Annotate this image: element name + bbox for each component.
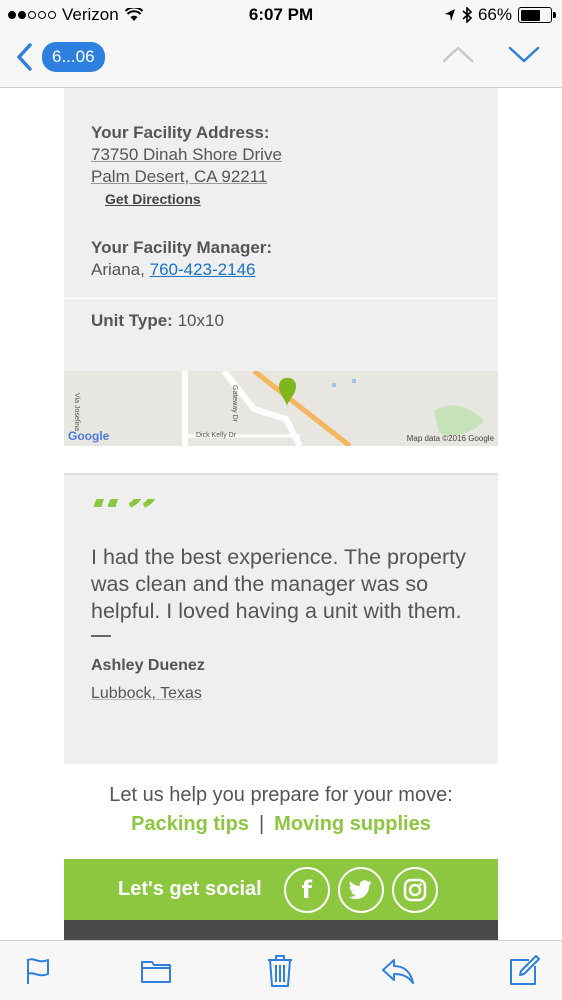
- get-directions-link[interactable]: Get Directions: [105, 188, 471, 210]
- battery-percent: 66%: [477, 5, 512, 24]
- testimonial-author: Ashley Duenez: [91, 657, 205, 674]
- unit-label: Unit Type:: [91, 311, 173, 330]
- address-line1[interactable]: 73750 Dinah Shore Drive: [91, 144, 471, 166]
- facility-info: Your Facility Address: 73750 Dinah Shore…: [64, 88, 498, 298]
- reply-button[interactable]: [380, 953, 416, 989]
- testimonial-text: I had the best experience. The property …: [91, 545, 466, 623]
- address-line2[interactable]: Palm Desert, CA 92211: [91, 166, 471, 188]
- battery-icon: [518, 7, 556, 23]
- compose-button[interactable]: [506, 953, 542, 989]
- moving-supplies-link[interactable]: Moving supplies: [274, 813, 431, 835]
- compose-icon: [510, 955, 540, 985]
- social-title: Let's get social: [118, 878, 262, 900]
- map-image[interactable]: Via Josefina Gateway Dr Dick Kelly Dr Go…: [64, 371, 498, 446]
- map-road-label: Via Josefina: [73, 393, 80, 432]
- link-separator: |: [258, 813, 265, 835]
- bottom-toolbar: [0, 940, 562, 1000]
- social-banner: Let's get social f: [64, 859, 498, 920]
- back-label: 6...06: [42, 42, 105, 72]
- svg-text:“”: “”: [91, 499, 161, 529]
- unit-value: 10x10: [177, 311, 224, 330]
- quote-marks-icon: “”: [91, 477, 162, 550]
- mail-screen: Verizon 6:07 PM 66% 6...06 Your Facility…: [0, 0, 562, 1000]
- manager-label: Your Facility Manager:: [91, 238, 273, 257]
- manager-phone-link[interactable]: 760-423-2146: [150, 260, 256, 279]
- map-road-label: Gateway Dr: [231, 385, 238, 422]
- help-section: Let us help you prepare for your move: P…: [0, 784, 562, 836]
- location-icon: [444, 9, 455, 21]
- back-button[interactable]: 6...06: [14, 42, 105, 72]
- move-to-folder-button[interactable]: [138, 953, 174, 989]
- address-label: Your Facility Address:: [91, 123, 270, 142]
- flag-icon: [27, 958, 49, 984]
- google-logo: Google: [68, 429, 110, 443]
- twitter-icon[interactable]: [337, 866, 384, 913]
- previous-message-button[interactable]: [442, 44, 474, 64]
- map-road-label: Dick Kelly Dr: [196, 432, 237, 439]
- flag-button[interactable]: [20, 953, 56, 989]
- instagram-icon[interactable]: [391, 866, 438, 913]
- trash-button[interactable]: [262, 953, 298, 989]
- folder-icon: [141, 961, 171, 983]
- unit-type: Unit Type: 10x10: [64, 299, 498, 371]
- chevron-left-icon: [17, 43, 32, 71]
- footer-band: [64, 920, 498, 940]
- reply-icon: [382, 959, 414, 984]
- help-text: Let us help you prepare for your move:: [109, 784, 453, 806]
- email-body: Your Facility Address: 73750 Dinah Shore…: [64, 88, 498, 764]
- manager-name: Ariana,: [91, 260, 145, 279]
- next-message-button[interactable]: [508, 44, 540, 64]
- facebook-icon[interactable]: f: [283, 866, 330, 913]
- quote-dash: [91, 635, 111, 637]
- testimonial-location[interactable]: Lubbock, Texas: [91, 685, 471, 703]
- packing-tips-link[interactable]: Packing tips: [131, 813, 249, 835]
- nav-bar: 6...06: [0, 30, 562, 88]
- bluetooth-icon: [462, 7, 472, 23]
- map-attribution: Map data ©2016 Google: [406, 434, 494, 443]
- trash-icon: [268, 955, 292, 987]
- status-bar: Verizon 6:07 PM 66%: [0, 0, 562, 30]
- testimonial-card: “” I had the best experience. The proper…: [64, 474, 498, 764]
